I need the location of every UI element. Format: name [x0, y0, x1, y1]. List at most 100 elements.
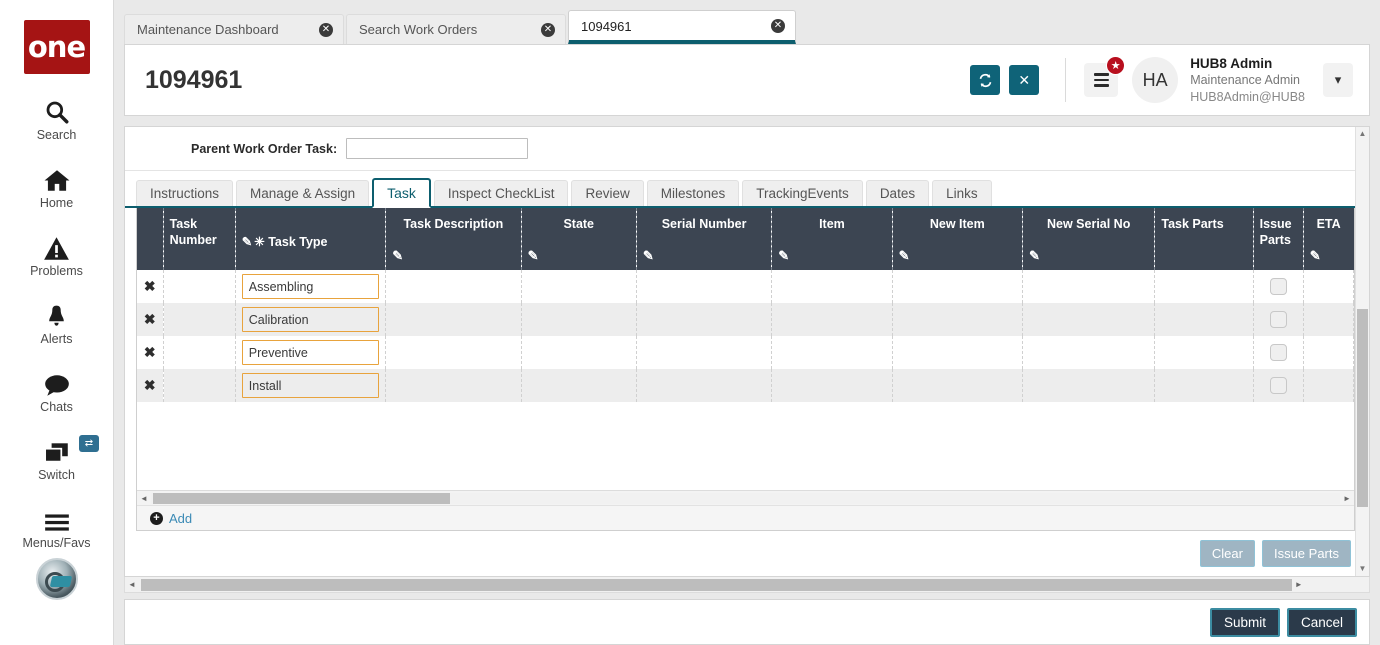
- edit-pencil-icon[interactable]: ✎: [778, 248, 789, 264]
- switch-toggle-badge-icon[interactable]: ⇄: [79, 435, 99, 452]
- tab-tracking-events[interactable]: TrackingEvents: [742, 180, 863, 206]
- cancel-button[interactable]: Cancel: [1287, 608, 1357, 637]
- cell-serial-number[interactable]: [636, 303, 771, 336]
- cell-eta[interactable]: [1303, 369, 1353, 402]
- cell-task-parts[interactable]: [1155, 369, 1253, 402]
- scroll-left-icon[interactable]: ◄: [137, 494, 151, 503]
- cell-eta[interactable]: [1303, 336, 1353, 369]
- app-logo[interactable]: one: [24, 20, 90, 74]
- delete-row-icon[interactable]: ✖: [144, 311, 156, 327]
- assistant-avatar-icon[interactable]: [36, 558, 78, 600]
- edit-pencil-icon[interactable]: ✎: [1029, 248, 1040, 264]
- add-row-button[interactable]: + Add: [150, 511, 192, 526]
- cell-task-description[interactable]: [386, 270, 521, 303]
- cell-state[interactable]: [521, 336, 636, 369]
- close-icon[interactable]: ✕: [319, 23, 333, 37]
- grid-horizontal-scrollbar[interactable]: ◄ ►: [137, 490, 1354, 505]
- edit-pencil-icon[interactable]: ✎: [1310, 248, 1321, 264]
- close-icon[interactable]: ✕: [541, 23, 555, 37]
- cell-task-description[interactable]: [386, 303, 521, 336]
- scroll-right-icon[interactable]: ►: [1292, 580, 1306, 589]
- cell-serial-number[interactable]: [636, 336, 771, 369]
- body-vertical-scrollbar[interactable]: ▲ ▼: [1355, 127, 1369, 576]
- clear-button[interactable]: Clear: [1200, 540, 1255, 567]
- cell-task-description[interactable]: [386, 369, 521, 402]
- task-type-input[interactable]: [242, 274, 379, 299]
- edit-pencil-icon[interactable]: ✎: [528, 248, 539, 264]
- cell-new-item[interactable]: [892, 336, 1022, 369]
- tab-inspect-checklist[interactable]: Inspect CheckList: [434, 180, 569, 206]
- workspace-tab-maintenance-dashboard[interactable]: Maintenance Dashboard ✕: [124, 14, 344, 44]
- cell-item[interactable]: [772, 369, 892, 402]
- task-type-input[interactable]: [242, 340, 379, 365]
- scroll-thumb[interactable]: [141, 579, 1292, 591]
- scroll-right-icon[interactable]: ►: [1340, 494, 1354, 503]
- notifications-menu-button[interactable]: ★: [1084, 63, 1118, 97]
- cell-state[interactable]: [521, 270, 636, 303]
- delete-row-icon[interactable]: ✖: [144, 377, 156, 393]
- issue-parts-checkbox[interactable]: [1270, 377, 1287, 394]
- sidebar-item-search[interactable]: Search: [0, 95, 113, 142]
- delete-row-icon[interactable]: ✖: [144, 344, 156, 360]
- tab-instructions[interactable]: Instructions: [136, 180, 233, 206]
- delete-row-icon[interactable]: ✖: [144, 278, 156, 294]
- cell-new-serial-no[interactable]: [1022, 336, 1154, 369]
- scroll-up-icon[interactable]: ▲: [1359, 127, 1367, 141]
- sidebar-item-alerts[interactable]: Alerts: [0, 299, 113, 346]
- tab-task[interactable]: Task: [372, 178, 431, 208]
- submit-button[interactable]: Submit: [1210, 608, 1280, 637]
- scroll-track[interactable]: [151, 493, 1340, 504]
- workspace-tab-search-work-orders[interactable]: Search Work Orders ✕: [346, 14, 566, 44]
- page-horizontal-scrollbar[interactable]: ◄ ►: [124, 577, 1370, 593]
- tab-manage-assign[interactable]: Manage & Assign: [236, 180, 369, 206]
- edit-pencil-icon[interactable]: ✎: [242, 235, 252, 249]
- cell-new-item[interactable]: [892, 303, 1022, 336]
- task-type-input[interactable]: [242, 307, 379, 332]
- chevron-down-icon[interactable]: ▾: [1323, 63, 1353, 97]
- cell-item[interactable]: [772, 270, 892, 303]
- cell-new-item[interactable]: [892, 369, 1022, 402]
- cell-item[interactable]: [772, 336, 892, 369]
- edit-pencil-icon[interactable]: ✎: [392, 248, 403, 264]
- issue-parts-checkbox[interactable]: [1270, 344, 1287, 361]
- cell-task-description[interactable]: [386, 336, 521, 369]
- issue-parts-button[interactable]: Issue Parts: [1262, 540, 1351, 567]
- cell-serial-number[interactable]: [636, 270, 771, 303]
- avatar[interactable]: HA: [1132, 57, 1178, 103]
- cell-state[interactable]: [521, 369, 636, 402]
- scroll-track[interactable]: [1357, 141, 1368, 562]
- cell-task-number[interactable]: [163, 369, 235, 402]
- cell-state[interactable]: [521, 303, 636, 336]
- cell-task-number[interactable]: [163, 336, 235, 369]
- issue-parts-checkbox[interactable]: [1270, 278, 1287, 295]
- scroll-left-icon[interactable]: ◄: [125, 580, 139, 589]
- close-icon[interactable]: ✕: [1009, 65, 1039, 95]
- cell-eta[interactable]: [1303, 303, 1353, 336]
- cell-item[interactable]: [772, 303, 892, 336]
- cell-task-parts[interactable]: [1155, 303, 1253, 336]
- cell-task-number[interactable]: [163, 270, 235, 303]
- tab-links[interactable]: Links: [932, 180, 992, 206]
- cell-task-parts[interactable]: [1155, 270, 1253, 303]
- workspace-tab-1094961[interactable]: 1094961 ✕: [568, 10, 796, 44]
- scroll-thumb[interactable]: [1357, 309, 1368, 507]
- scroll-thumb[interactable]: [153, 493, 450, 504]
- cell-new-item[interactable]: [892, 270, 1022, 303]
- issue-parts-checkbox[interactable]: [1270, 311, 1287, 328]
- refresh-icon[interactable]: [970, 65, 1000, 95]
- tab-dates[interactable]: Dates: [866, 180, 929, 206]
- scroll-down-icon[interactable]: ▼: [1359, 562, 1367, 576]
- edit-pencil-icon[interactable]: ✎: [899, 248, 910, 264]
- tab-milestones[interactable]: Milestones: [647, 180, 740, 206]
- cell-new-serial-no[interactable]: [1022, 270, 1154, 303]
- sidebar-item-switch[interactable]: ⇄ Switch: [0, 435, 113, 482]
- tab-review[interactable]: Review: [571, 180, 643, 206]
- parent-work-order-task-input[interactable]: [346, 138, 528, 159]
- edit-pencil-icon[interactable]: ✎: [643, 248, 654, 264]
- task-type-input[interactable]: [242, 373, 379, 398]
- cell-task-number[interactable]: [163, 303, 235, 336]
- cell-serial-number[interactable]: [636, 369, 771, 402]
- sidebar-item-problems[interactable]: Problems: [0, 231, 113, 278]
- sidebar-item-home[interactable]: Home: [0, 163, 113, 210]
- cell-new-serial-no[interactable]: [1022, 303, 1154, 336]
